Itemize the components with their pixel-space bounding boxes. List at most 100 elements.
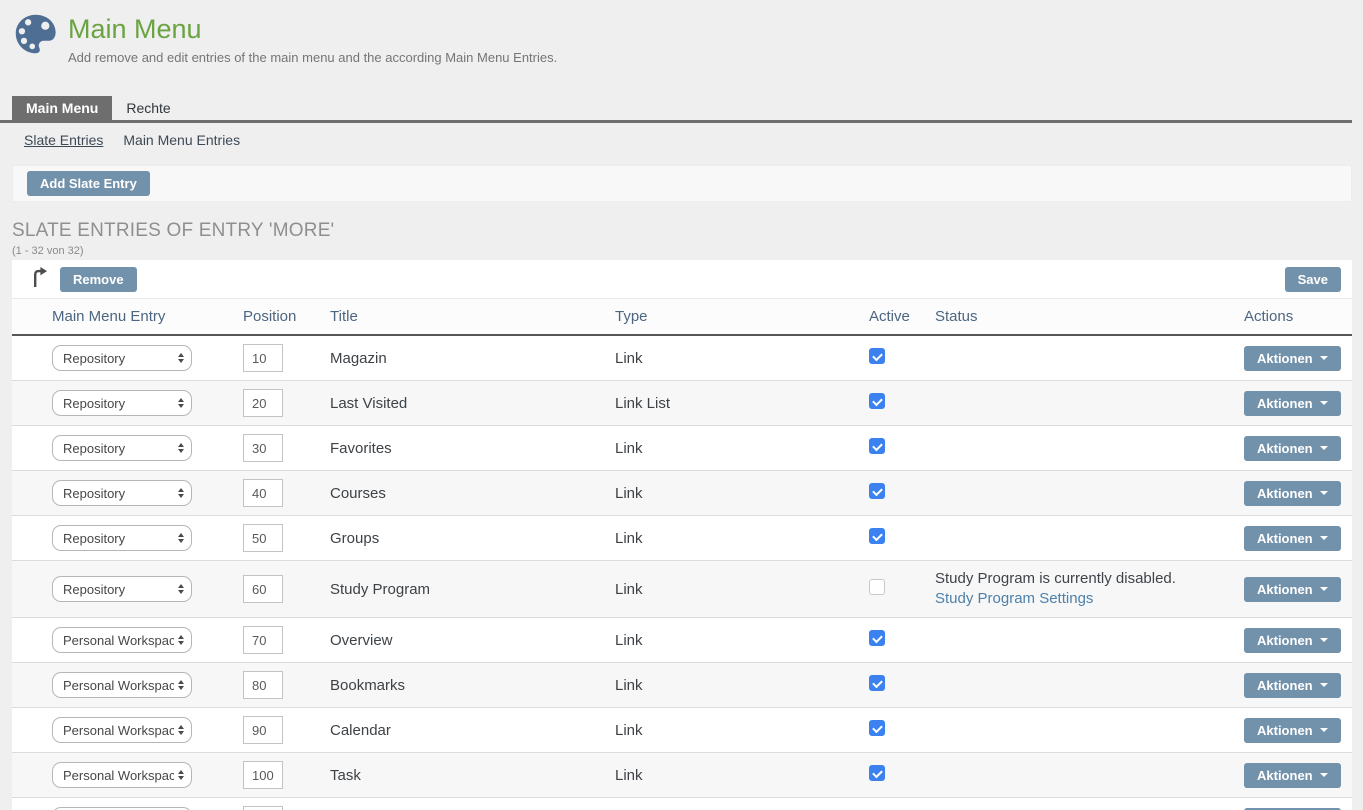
status-text: Study Program is currently disabled. — [935, 569, 1244, 589]
toolbar: Add Slate Entry — [12, 165, 1352, 202]
parent-select[interactable]: Repository — [52, 345, 192, 371]
subtab-slate-entries[interactable]: Slate Entries — [24, 132, 103, 148]
entry-type: Link List — [615, 395, 670, 412]
caret-down-icon — [1320, 401, 1328, 405]
entry-type: Link — [615, 350, 643, 367]
tab-rechte[interactable]: Rechte — [112, 96, 184, 120]
entry-title: Task — [330, 767, 361, 784]
table-row: Repository Courses Link Aktionen — [12, 471, 1352, 516]
row-actions-button[interactable]: Aktionen — [1244, 628, 1341, 653]
active-checkbox[interactable] — [869, 765, 885, 781]
entry-title: Bookmarks — [330, 677, 405, 694]
position-input[interactable] — [243, 626, 283, 654]
select-updown-icon — [178, 635, 184, 645]
tab-main-menu[interactable]: Main Menu — [12, 96, 112, 120]
entry-type: Link — [615, 485, 643, 502]
parent-select-value: Repository — [63, 531, 125, 546]
entry-type: Link — [615, 677, 643, 694]
row-actions-button[interactable]: Aktionen — [1244, 526, 1341, 551]
status-link[interactable]: Study Program Settings — [935, 589, 1093, 609]
table-header-row: Main Menu Entry Position Title Type Acti… — [12, 299, 1352, 336]
table-row: Personal Workspace Portfolios Link Aktio… — [12, 798, 1352, 810]
table-row: Personal Workspace Task Link Aktionen — [12, 753, 1352, 798]
caret-down-icon — [1320, 446, 1328, 450]
row-actions-button[interactable]: Aktionen — [1244, 346, 1341, 371]
position-input[interactable] — [243, 761, 283, 789]
select-updown-icon — [178, 443, 184, 453]
row-actions-label: Aktionen — [1257, 397, 1313, 410]
row-actions-button[interactable]: Aktionen — [1244, 577, 1341, 602]
page-subtitle: Add remove and edit entries of the main … — [68, 50, 557, 65]
entry-title: Study Program — [330, 581, 430, 598]
parent-select[interactable]: Personal Workspace — [52, 672, 192, 698]
parent-select[interactable]: Personal Workspace — [52, 627, 192, 653]
page-header: Main Menu Add remove and edit entries of… — [0, 0, 1363, 84]
table-row: Repository Groups Link Aktionen — [12, 516, 1352, 561]
row-actions-label: Aktionen — [1257, 532, 1313, 545]
parent-select-value: Repository — [63, 351, 125, 366]
page-title: Main Menu — [68, 12, 557, 46]
row-actions-label: Aktionen — [1257, 487, 1313, 500]
row-actions-button[interactable]: Aktionen — [1244, 436, 1341, 461]
row-actions-button[interactable]: Aktionen — [1244, 763, 1341, 788]
active-checkbox[interactable] — [869, 528, 885, 544]
parent-select-value: Repository — [63, 396, 125, 411]
column-header-active: Active — [869, 299, 935, 336]
active-checkbox[interactable] — [869, 675, 885, 691]
position-input[interactable] — [243, 671, 283, 699]
entry-title: Calendar — [330, 722, 391, 739]
caret-down-icon — [1320, 587, 1328, 591]
parent-select[interactable]: Repository — [52, 435, 192, 461]
select-updown-icon — [178, 533, 184, 543]
save-button[interactable]: Save — [1285, 267, 1341, 292]
command-bar: Remove Save — [12, 267, 1352, 298]
position-input[interactable] — [243, 389, 283, 417]
select-updown-icon — [178, 680, 184, 690]
select-updown-icon — [178, 725, 184, 735]
table-container: Remove Save Main Menu Entry Position Tit… — [12, 260, 1352, 810]
parent-select[interactable]: Personal Workspace — [52, 762, 192, 788]
table-row: Repository Favorites Link Aktionen — [12, 426, 1352, 471]
column-header-position: Position — [243, 299, 330, 336]
parent-select[interactable]: Repository — [52, 390, 192, 416]
select-updown-icon — [178, 353, 184, 363]
active-checkbox[interactable] — [869, 630, 885, 646]
position-input[interactable] — [243, 716, 283, 744]
position-input[interactable] — [243, 806, 283, 810]
active-checkbox[interactable] — [869, 720, 885, 736]
active-checkbox[interactable] — [869, 393, 885, 409]
subtab-main-menu-entries[interactable]: Main Menu Entries — [123, 132, 240, 148]
active-checkbox[interactable] — [869, 579, 885, 595]
row-actions-label: Aktionen — [1257, 724, 1313, 737]
parent-select[interactable]: Repository — [52, 525, 192, 551]
parent-select[interactable]: Repository — [52, 576, 192, 602]
active-checkbox[interactable] — [869, 483, 885, 499]
position-input[interactable] — [243, 524, 283, 552]
parent-select-value: Repository — [63, 486, 125, 501]
row-actions-button[interactable]: Aktionen — [1244, 391, 1341, 416]
parent-select-value: Repository — [63, 582, 125, 597]
slate-entries-table: Main Menu Entry Position Title Type Acti… — [12, 298, 1352, 810]
add-slate-entry-button[interactable]: Add Slate Entry — [27, 171, 150, 196]
position-input[interactable] — [243, 434, 283, 462]
active-checkbox[interactable] — [869, 348, 885, 364]
parent-select[interactable]: Personal Workspace — [52, 717, 192, 743]
remove-button[interactable]: Remove — [60, 267, 137, 292]
tab-bar: Main Menu Rechte — [0, 96, 1352, 123]
parent-select[interactable]: Repository — [52, 480, 192, 506]
row-actions-label: Aktionen — [1257, 583, 1313, 596]
entry-type: Link — [615, 581, 643, 598]
row-actions-button[interactable]: Aktionen — [1244, 673, 1341, 698]
pagination-info: (1 - 32 von 32) — [12, 245, 1363, 257]
entry-title: Last Visited — [330, 395, 407, 412]
entry-type: Link — [615, 440, 643, 457]
row-actions-button[interactable]: Aktionen — [1244, 481, 1341, 506]
position-input[interactable] — [243, 575, 283, 603]
position-input[interactable] — [243, 479, 283, 507]
select-updown-icon — [178, 398, 184, 408]
table-row: Personal Workspace Overview Link Aktione… — [12, 618, 1352, 663]
row-actions-button[interactable]: Aktionen — [1244, 718, 1341, 743]
active-checkbox[interactable] — [869, 438, 885, 454]
table-body: Repository Magazin Link Aktionen Reposit… — [12, 335, 1352, 810]
position-input[interactable] — [243, 344, 283, 372]
